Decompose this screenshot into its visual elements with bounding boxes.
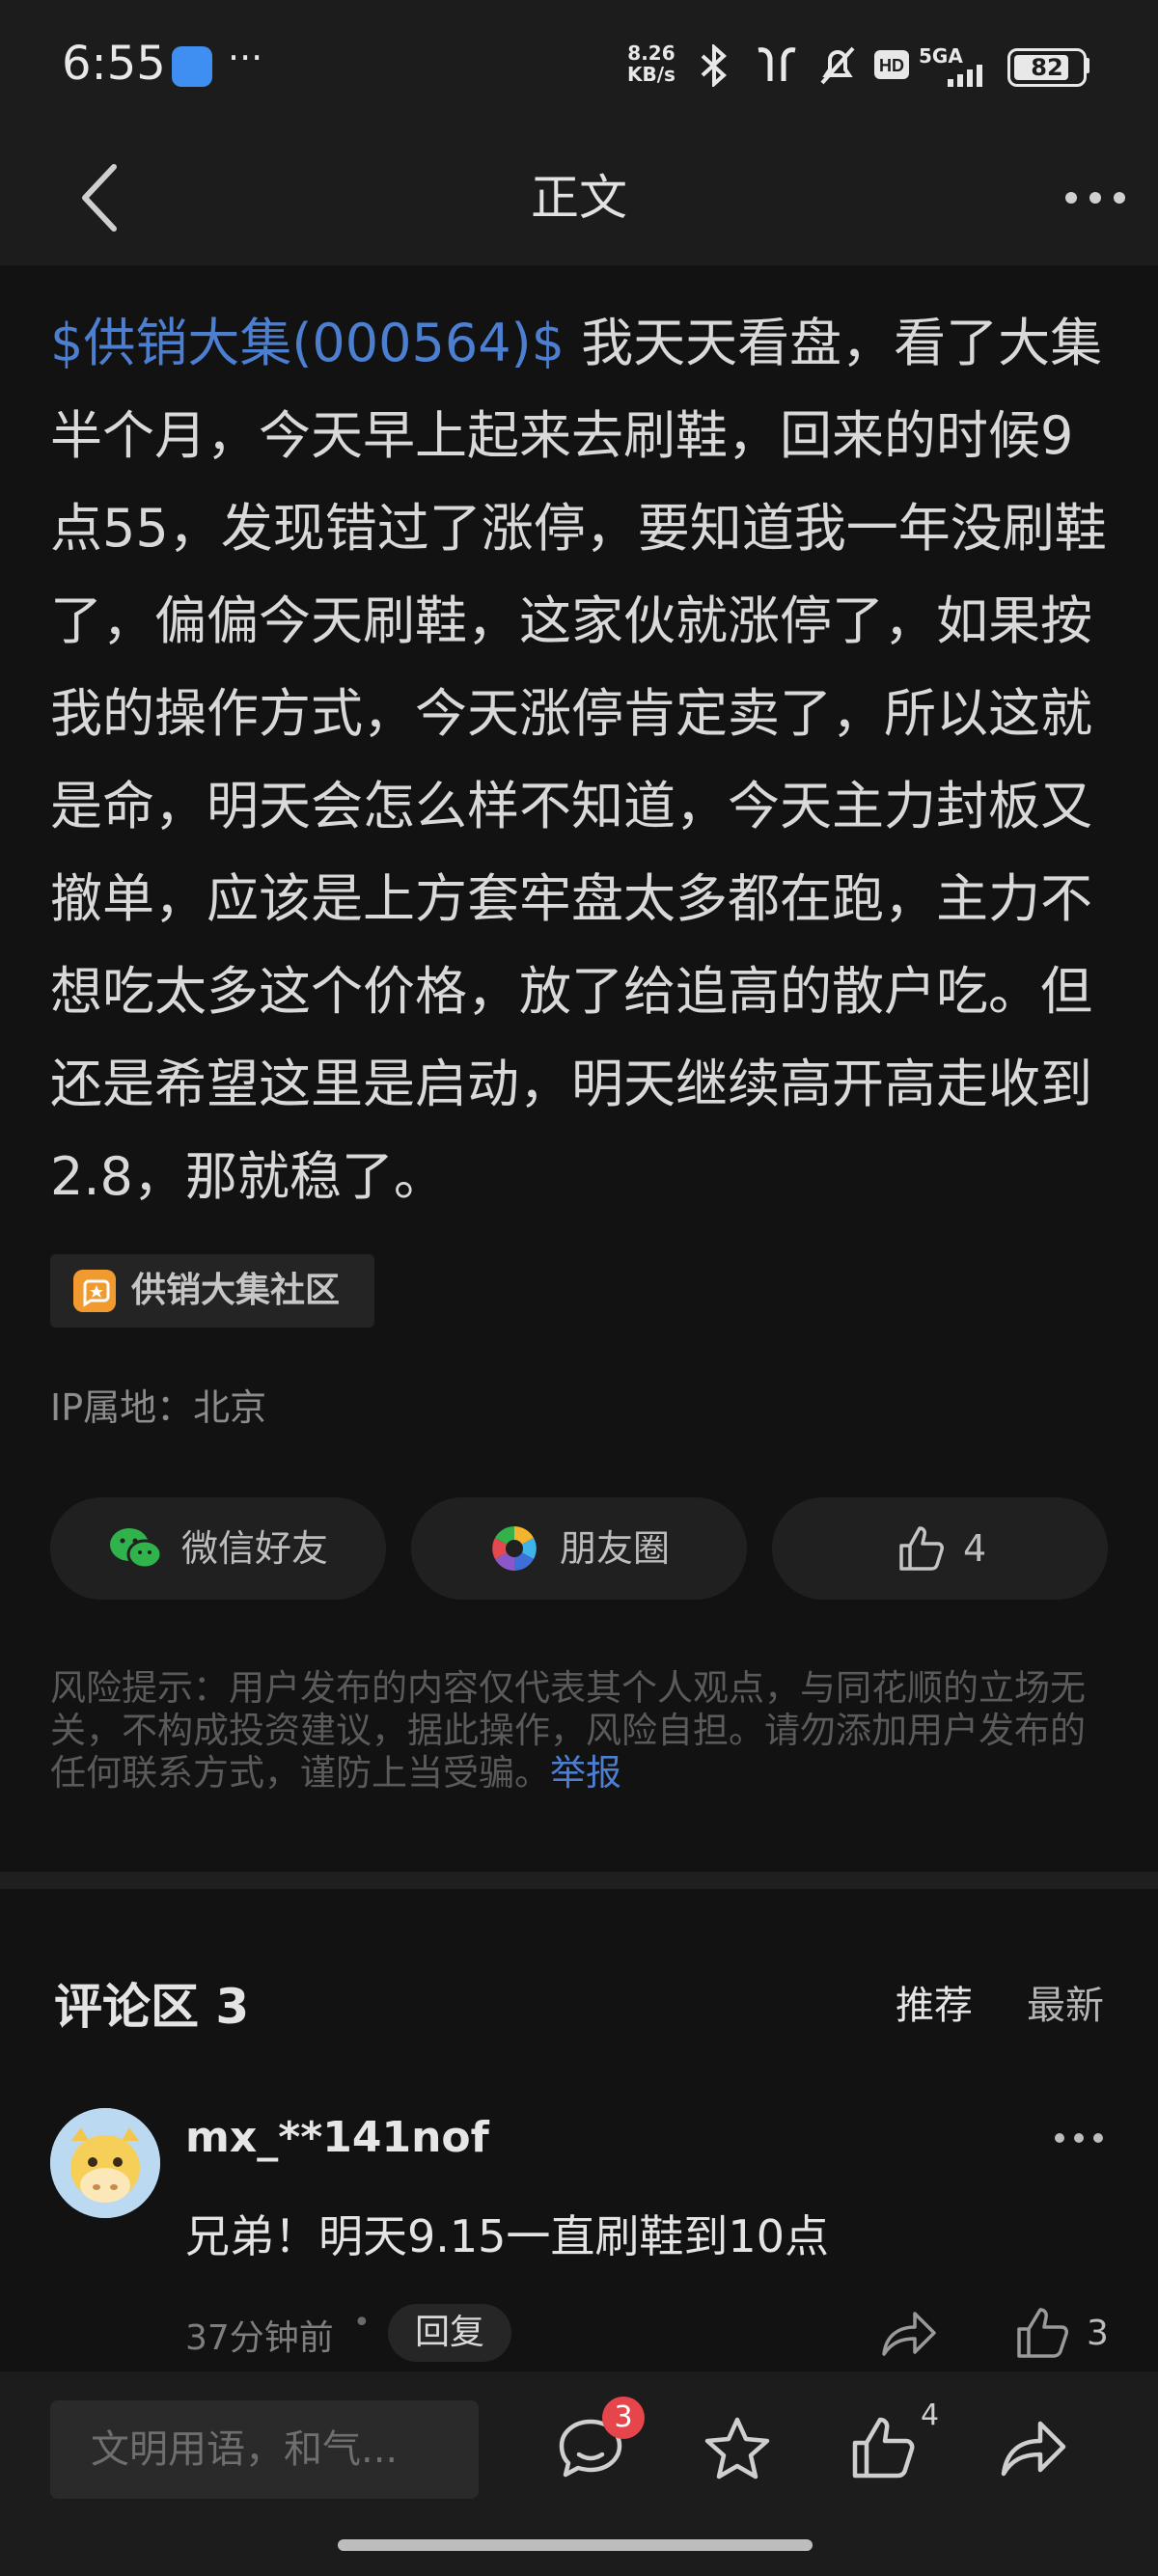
community-tag[interactable]: 供销大集社区 — [50, 1254, 374, 1328]
signal-icon: 5GA — [919, 44, 996, 87]
comment-input[interactable]: 文明用语，和气... — [50, 2400, 479, 2499]
moments-icon — [492, 1526, 537, 1571]
thumbs-up-icon — [899, 1526, 944, 1571]
comment-like-icon[interactable] — [1015, 2304, 1071, 2360]
battery-level: 82 — [1031, 54, 1063, 81]
hd-icon: HD — [874, 50, 909, 79]
comment-count-badge: 3 — [602, 2397, 645, 2439]
comments-title: 评论区 3 — [54, 1979, 250, 2035]
bluetooth-icon — [701, 44, 727, 87]
comment-share-icon[interactable] — [880, 2306, 938, 2360]
like-count-badge: 4 — [921, 2398, 940, 2432]
top-nav-bar: 正文 — [0, 130, 1158, 265]
earbuds-icon — [758, 47, 796, 81]
community-label: 供销大集社区 — [131, 1271, 341, 1310]
share-wechat-button[interactable]: 微信好友 — [50, 1497, 386, 1600]
comment-time: 37分钟前 — [185, 2318, 334, 2358]
share-moments-button[interactable]: 朋友圈 — [411, 1497, 747, 1600]
share-wechat-label: 微信好友 — [181, 1527, 329, 1570]
status-bar: 6:55 ··· 8.26 KB/s HD 5GA 82 — [0, 0, 1158, 130]
comment-username[interactable]: mx_**141nof — [185, 2113, 489, 2162]
post-like-count: 4 — [963, 1527, 987, 1570]
report-link[interactable]: 举报 — [550, 1752, 621, 1794]
app-notification-icon — [172, 46, 212, 87]
favorite-star-icon[interactable] — [703, 2414, 772, 2483]
stock-tag-link[interactable]: $供销大集(000564)$ — [50, 313, 565, 373]
post-content: $供销大集(000564)$ 我天天看盘，看了大集半个月，今天早上起来去刷鞋，回… — [50, 297, 1112, 1223]
share-arrow-icon[interactable] — [998, 2414, 1067, 2483]
like-icon[interactable] — [849, 2414, 919, 2483]
risk-disclaimer: 风险提示：用户发布的内容仅代表其个人观点，与同花顺的立场无关，不构成投资建议，据… — [50, 1667, 1112, 1795]
community-star-icon — [73, 1270, 116, 1312]
ip-location: IP属地：北京 — [50, 1386, 267, 1429]
more-notifications-icon: ··· — [228, 37, 263, 79]
battery-icon: 82 — [1007, 48, 1087, 87]
cow-avatar-icon — [50, 2108, 160, 2218]
comment-more-icon[interactable] — [1052, 2130, 1106, 2146]
sort-latest-tab[interactable]: 最新 — [1027, 1974, 1104, 2030]
like-post-button[interactable]: 4 — [772, 1497, 1108, 1600]
comment-text: 兄弟！明天9.15一直刷鞋到10点 — [185, 2210, 829, 2262]
home-indicator[interactable] — [338, 2539, 813, 2551]
avatar[interactable] — [50, 2108, 160, 2218]
post-body-text: 我天天看盘，看了大集半个月，今天早上起来去刷鞋，回来的时候9点55，发现错过了涨… — [50, 313, 1107, 1207]
more-options-icon[interactable] — [1062, 186, 1129, 209]
comment-like-count: 3 — [1087, 2314, 1109, 2353]
svg-text:HD: HD — [879, 56, 904, 75]
share-moments-label: 朋友圈 — [560, 1527, 671, 1570]
network-speed: 8.26 KB/s — [627, 41, 676, 86]
sort-recommend-tab[interactable]: 推荐 — [896, 1974, 973, 2030]
comment-reply-button[interactable]: 回复 — [388, 2304, 511, 2362]
page-title: 正文 — [531, 170, 627, 226]
mute-bell-icon — [820, 46, 855, 85]
wechat-icon — [110, 1528, 163, 1570]
comment-separator: • — [353, 2306, 371, 2340]
status-time: 6:55 — [62, 37, 166, 91]
section-divider — [0, 1872, 1158, 1889]
